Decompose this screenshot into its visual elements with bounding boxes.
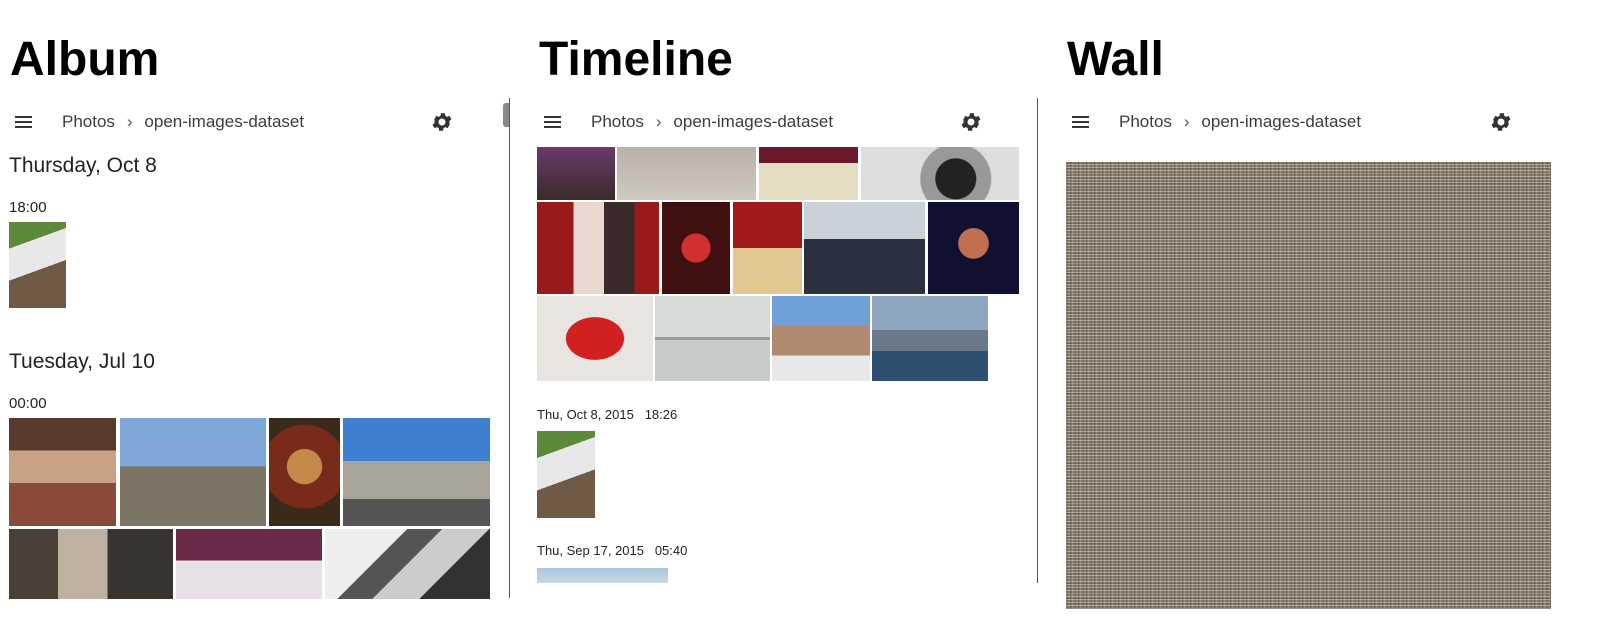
timeline-group-date: Thu, Sep 17, 2015 [537,543,644,558]
timeline-panel-title: Timeline [539,33,733,86]
timeline-app-bar: Photos › open-images-dataset [529,98,1037,146]
photo-thumbnail[interactable] [617,147,756,200]
breadcrumb-root[interactable]: Photos [62,112,115,131]
photo-thumbnail[interactable] [772,296,870,381]
photo-thumbnail[interactable] [537,568,668,583]
photo-thumbnail[interactable] [269,418,340,526]
photo-thumbnail[interactable] [928,202,1019,294]
wall-panel-title: Wall [1067,33,1164,86]
photo-thumbnail[interactable] [325,529,490,599]
breadcrumb-root[interactable]: Photos [1119,112,1172,131]
gear-icon[interactable] [959,110,983,134]
chevron-right-icon: › [1183,112,1190,131]
album-panel-title: Album [10,33,160,86]
gear-icon[interactable] [1489,110,1513,134]
hamburger-menu-icon[interactable] [541,112,565,132]
photo-thumbnail[interactable] [537,431,595,518]
timeline-group-time: 18:26 [644,407,678,422]
chevron-right-icon: › [126,112,133,131]
gear-icon[interactable] [430,110,454,134]
album-app-bar: Photos › open-images-dataset [0,98,505,146]
photo-thumbnail[interactable] [120,418,266,526]
photo-thumbnail[interactable] [9,418,116,526]
photo-thumbnail[interactable] [9,529,173,599]
panel-divider [1037,98,1038,583]
album-panel: Album Photos › open-images-dataset Thurs… [0,0,505,636]
album-group-time: 18:00 [9,199,47,216]
breadcrumb-folder[interactable]: open-images-dataset [673,112,833,131]
breadcrumb: Photos › open-images-dataset [62,110,304,134]
photo-thumbnail[interactable] [655,296,770,381]
hamburger-menu-icon[interactable] [12,112,36,132]
photo-thumbnail[interactable] [343,418,490,526]
photo-thumbnail[interactable] [759,147,858,200]
photo-thumbnail[interactable] [872,296,988,381]
photo-thumbnail[interactable] [537,147,615,200]
chevron-right-icon: › [655,112,662,131]
hamburger-menu-icon[interactable] [1069,112,1093,132]
photo-thumbnail[interactable] [176,529,322,599]
timeline-group-date: Thu, Oct 8, 2015 [537,407,634,422]
timeline-group-header: Thu, Sep 17, 2015 05:40 [537,543,687,558]
timeline-group-time: 05:40 [654,543,688,558]
breadcrumb: Photos › open-images-dataset [591,110,833,134]
album-group-date: Tuesday, Jul 10 [9,350,155,373]
panel-divider [509,98,510,598]
photo-thumbnail[interactable] [804,202,925,294]
breadcrumb-folder[interactable]: open-images-dataset [144,112,304,131]
album-group-date: Thursday, Oct 8 [9,154,157,177]
photo-thumbnail[interactable] [9,222,66,308]
album-group-time: 00:00 [9,395,47,412]
scrollbar-thumb[interactable] [503,103,509,127]
photo-thumbnail[interactable] [537,202,659,294]
photo-thumbnail[interactable] [662,202,730,294]
photo-thumbnail[interactable] [537,296,653,381]
wall-app-bar: Photos › open-images-dataset [1057,98,1602,146]
photo-thumbnail[interactable] [733,202,802,294]
photo-thumbnail[interactable] [861,147,1019,200]
breadcrumb-folder[interactable]: open-images-dataset [1201,112,1361,131]
breadcrumb: Photos › open-images-dataset [1119,110,1361,134]
breadcrumb-root[interactable]: Photos [591,112,644,131]
photo-wall-mosaic[interactable] [1066,162,1551,609]
timeline-group-header: Thu, Oct 8, 2015 18:26 [537,407,677,422]
